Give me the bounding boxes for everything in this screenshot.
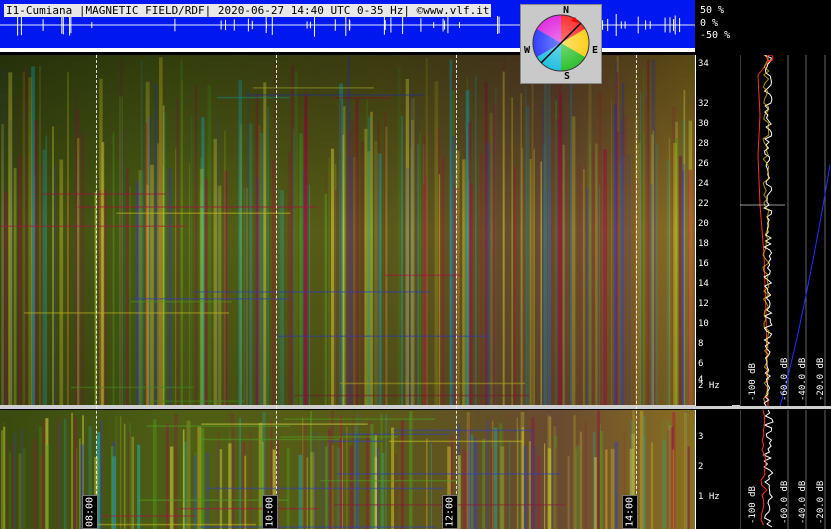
freq-tick: 18 [698, 239, 709, 249]
amp-label-bottom: -50 % [700, 30, 731, 41]
db-label: -100 dB [748, 363, 758, 401]
time-gridline [636, 55, 637, 529]
compass-west-label: W [524, 45, 531, 56]
direction-compass: N S E W [520, 4, 602, 84]
frequency-axis-low-band: 3 2 1 Hz [695, 410, 732, 529]
spectrum-profile-main: -100 dB -60.0 dB -40.0 dB -20.0 dB [740, 55, 831, 406]
freq-tick: 24 [698, 179, 709, 189]
page-title: I1-Cumiana |MAGNETIC FIELD/RDF| 2020-06-… [4, 4, 492, 17]
db-label: -40.0 dB [798, 357, 808, 401]
freq-tick: 6 [698, 359, 704, 369]
compass-east-label: E [592, 45, 599, 56]
db-label: -20.0 dB [816, 357, 826, 401]
spectrogram-window: I1-Cumiana |MAGNETIC FIELD/RDF| 2020-06-… [0, 0, 831, 529]
freq-tick: 26 [698, 159, 709, 169]
freq-tick: 10 [698, 319, 709, 329]
db-label: -60.0 dB [780, 480, 790, 524]
time-gridline [96, 55, 97, 529]
spectrogram-main [0, 55, 695, 406]
db-label: -60.0 dB [780, 357, 790, 401]
frequency-axis-main: 34 32 30 28 26 24 22 20 18 16 14 12 10 8… [695, 55, 732, 406]
freq-tick: 2 Hz [698, 381, 720, 391]
spectrogram-low-band [0, 410, 695, 529]
freq-tick: 3 [698, 432, 704, 442]
freq-tick: 34 [698, 59, 709, 69]
freq-tick: 8 [698, 339, 704, 349]
freq-tick: 2 [698, 462, 704, 472]
freq-tick: 20 [698, 219, 709, 229]
db-label: -40.0 dB [798, 480, 808, 524]
freq-tick: 1 Hz [698, 492, 720, 502]
time-label: 10:00 [262, 495, 278, 529]
time-label: 14:00 [622, 495, 638, 529]
db-label: -100 dB [748, 486, 758, 524]
time-gridline [456, 55, 457, 529]
freq-tick: 32 [698, 99, 709, 109]
compass-south-label: S [564, 71, 571, 82]
compass-rose-icon [532, 14, 590, 72]
freq-tick: 16 [698, 259, 709, 269]
amplitude-scale: 50 % 0 % -50 % [696, 0, 756, 52]
freq-tick: 22 [698, 199, 709, 209]
freq-tick: 12 [698, 299, 709, 309]
time-label: 12:00 [442, 495, 458, 529]
time-gridline [276, 55, 277, 529]
spectrum-profile-low-band: -100 dB -60.0 dB -40.0 dB -20.0 dB [740, 410, 831, 529]
freq-tick: 30 [698, 119, 709, 129]
freq-tick: 28 [698, 139, 709, 149]
compass-north-label: N [563, 5, 570, 16]
amp-label-mid: 0 % [700, 18, 719, 29]
db-label: -20.0 dB [816, 480, 826, 524]
amp-label-top: 50 % [700, 5, 725, 16]
time-label: 08:00 [82, 495, 98, 529]
freq-tick: 14 [698, 279, 709, 289]
